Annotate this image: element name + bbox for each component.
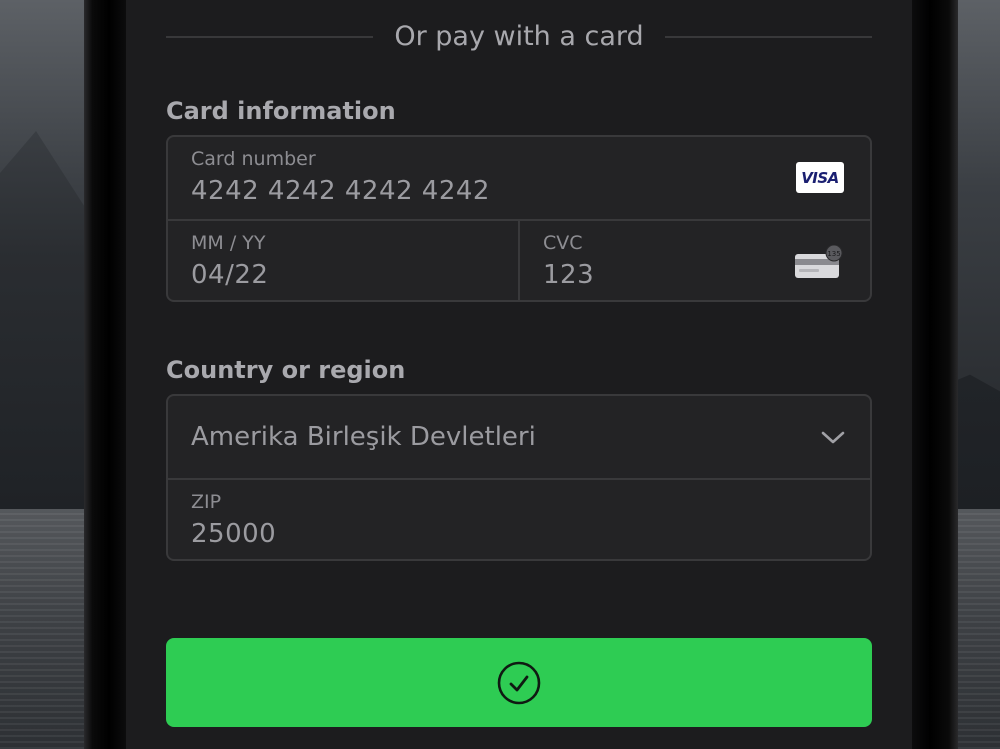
pay-button[interactable]	[166, 638, 872, 727]
country-region-group: Amerika Birleşik Devletleri ZIP 25000	[166, 394, 872, 561]
zip-label: ZIP	[191, 491, 222, 513]
pay-with-card-divider: Or pay with a card	[166, 18, 872, 56]
background-landscape-left	[0, 0, 90, 749]
visa-badge-text: VISA	[801, 168, 839, 187]
app-stage: Or pay with a card Card information Card…	[0, 0, 1000, 749]
phone-bezel-left	[84, 0, 126, 749]
phone-bezel-right	[912, 0, 958, 749]
visa-card-icon: VISA	[796, 162, 844, 193]
divider-line-right	[665, 36, 872, 38]
card-number-field[interactable]: Card number 4242 4242 4242 4242 VISA	[168, 137, 870, 219]
cvc-card-icon: 135	[795, 245, 843, 278]
card-number-label: Card number	[191, 148, 316, 170]
card-information-group: Card number 4242 4242 4242 4242 VISA MM …	[166, 135, 872, 302]
country-region-label: Country or region	[166, 356, 406, 384]
cvc-label: CVC	[543, 232, 583, 254]
expiry-field[interactable]: MM / YY 04/22	[168, 221, 520, 300]
zip-value[interactable]: 25000	[191, 518, 276, 550]
checkmark-circle-icon	[497, 661, 541, 704]
cvc-field[interactable]: CVC 123 135	[520, 221, 870, 300]
expiry-label: MM / YY	[191, 232, 266, 254]
cvc-icon-text: 135	[827, 250, 840, 258]
card-information-label: Card information	[166, 97, 396, 125]
expiry-cvc-row: MM / YY 04/22 CVC 123 135	[168, 219, 870, 300]
cvc-value[interactable]: 123	[543, 259, 594, 291]
payment-sheet: Or pay with a card Card information Card…	[126, 0, 912, 749]
card-number-value[interactable]: 4242 4242 4242 4242	[191, 175, 490, 207]
country-select-value: Amerika Birleşik Devletleri	[191, 422, 536, 452]
chevron-down-icon[interactable]	[818, 424, 848, 450]
zip-field[interactable]: ZIP 25000	[168, 478, 870, 559]
country-select[interactable]: Amerika Birleşik Devletleri	[168, 396, 870, 478]
expiry-value[interactable]: 04/22	[191, 259, 268, 291]
